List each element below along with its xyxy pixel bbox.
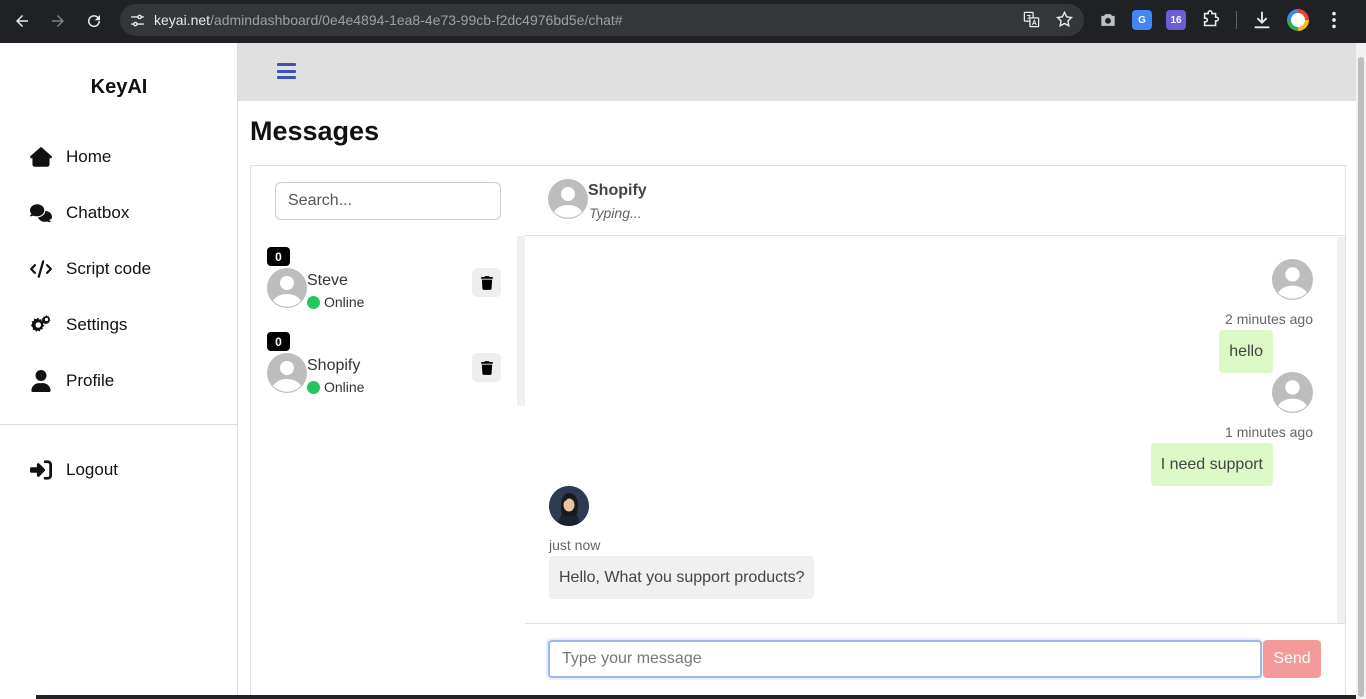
browser-toolbar: keyai.net/admindashboard/0e4e4894-1ea8-4… — [0, 0, 1366, 43]
delete-contact-button[interactable] — [472, 353, 501, 382]
hamburger-menu-icon[interactable] — [277, 63, 296, 79]
contact-status-text: Online — [324, 379, 365, 395]
message-timestamp: 1 minutes ago — [1225, 424, 1313, 440]
sidebar-item-label: Chatbox — [66, 203, 130, 222]
chat-bubbles-icon — [30, 204, 52, 223]
messages-scrollbar[interactable] — [1337, 237, 1345, 623]
online-dot-icon — [307, 380, 320, 394]
default-avatar-icon — [1272, 372, 1313, 413]
google-translate-extension-icon[interactable]: G — [1132, 10, 1152, 30]
url-text: keyai.net/admindashboard/0e4e4894-1ea8-4… — [154, 12, 623, 28]
sidebar-item-chatbox[interactable]: Chatbox — [30, 202, 129, 224]
agent-photo-icon — [549, 486, 589, 526]
code-icon — [30, 260, 52, 278]
page-title: Messages — [250, 116, 380, 146]
default-avatar-icon — [267, 268, 307, 308]
received-message-bubble: Hello, What you support products? — [549, 556, 815, 599]
extensions-puzzle-icon[interactable] — [1200, 9, 1222, 31]
arrow-left-icon — [16, 15, 28, 27]
url-host: keyai.net — [154, 12, 211, 28]
contact-search-input[interactable] — [275, 182, 501, 220]
contacts-scrollbar[interactable] — [517, 236, 525, 406]
sidebar: KeyAI Home Chatbox Script code Settings … — [0, 43, 238, 699]
address-bar[interactable]: keyai.net/admindashboard/0e4e4894-1ea8-4… — [120, 4, 1084, 36]
camera-icon[interactable] — [1098, 10, 1118, 30]
sidebar-divider — [0, 424, 237, 425]
logout-icon — [30, 460, 52, 480]
contact-name: Steve — [307, 272, 348, 289]
site-settings-icon[interactable] — [120, 12, 154, 29]
brand-logo-text: KeyAI — [90, 76, 148, 98]
more-vertical-icon[interactable] — [1323, 9, 1345, 31]
default-avatar-icon — [548, 179, 588, 219]
page-scrollbar-thumb[interactable] — [1358, 57, 1364, 697]
sent-message-bubble: hello — [1219, 330, 1273, 373]
online-dot-icon — [307, 295, 320, 309]
message-input[interactable] — [548, 640, 1262, 678]
agent-avatar — [549, 486, 589, 526]
page-scrollbar[interactable] — [1356, 43, 1366, 699]
download-icon[interactable] — [1251, 9, 1273, 31]
bookmark-star-icon[interactable] — [1055, 10, 1074, 29]
contact-status: Online — [307, 294, 364, 310]
unread-count-badge: 0 — [267, 247, 290, 266]
sidebar-item-settings[interactable]: Settings — [30, 314, 127, 336]
chat-header: Shopify Typing... — [525, 166, 1345, 236]
sidebar-item-label: Script code — [66, 259, 152, 278]
message-timestamp: just now — [549, 537, 601, 553]
delete-contact-button[interactable] — [472, 268, 501, 297]
home-icon — [30, 147, 52, 167]
contact-name: Shopify — [307, 357, 361, 374]
contact-item-steve[interactable]: 0 Steve Online — [266, 247, 506, 317]
reload-icon — [88, 15, 101, 28]
sent-message-bubble: I need support — [1150, 443, 1273, 486]
top-bar — [238, 43, 1356, 101]
profile-avatar-icon[interactable] — [1287, 9, 1309, 31]
default-avatar-icon — [1272, 259, 1313, 300]
url-path: /admindashboard/0e4e4894-1ea8-4e73-99cb-… — [210, 12, 623, 28]
chat-contact-name: Shopify — [588, 182, 647, 199]
default-avatar-icon — [267, 353, 307, 393]
sidebar-item-home[interactable]: Home — [30, 146, 111, 168]
contact-status-text: Online — [324, 294, 365, 310]
sidebar-item-label: Settings — [66, 315, 128, 334]
user-icon — [31, 370, 51, 392]
sidebar-item-label: Logout — [66, 460, 118, 479]
send-button[interactable]: Send — [1263, 640, 1321, 678]
message-timestamp: 2 minutes ago — [1225, 311, 1313, 327]
arrow-right-icon — [52, 15, 64, 27]
calendar-extension-icon[interactable]: 16 — [1166, 10, 1186, 30]
sidebar-item-label: Home — [66, 147, 112, 166]
taskbar-edge — [36, 695, 1356, 699]
contact-item-shopify[interactable]: 0 Shopify Online — [266, 332, 506, 402]
forward-button[interactable] — [40, 3, 76, 39]
reload-button[interactable] — [76, 3, 112, 39]
sidebar-item-label: Profile — [66, 371, 115, 390]
unread-count-badge: 0 — [267, 332, 290, 351]
sidebar-item-logout[interactable]: Logout — [30, 459, 118, 481]
sidebar-item-profile[interactable]: Profile — [30, 370, 114, 392]
trash-icon — [480, 360, 493, 375]
typing-indicator: Typing... — [589, 205, 642, 221]
trash-icon — [480, 275, 493, 290]
gears-icon — [30, 314, 51, 332]
toolbar-separator — [1236, 11, 1237, 29]
back-button[interactable] — [4, 3, 40, 39]
contact-status: Online — [307, 379, 364, 395]
translate-icon[interactable] — [1022, 10, 1041, 29]
sidebar-item-script-code[interactable]: Script code — [30, 258, 151, 280]
